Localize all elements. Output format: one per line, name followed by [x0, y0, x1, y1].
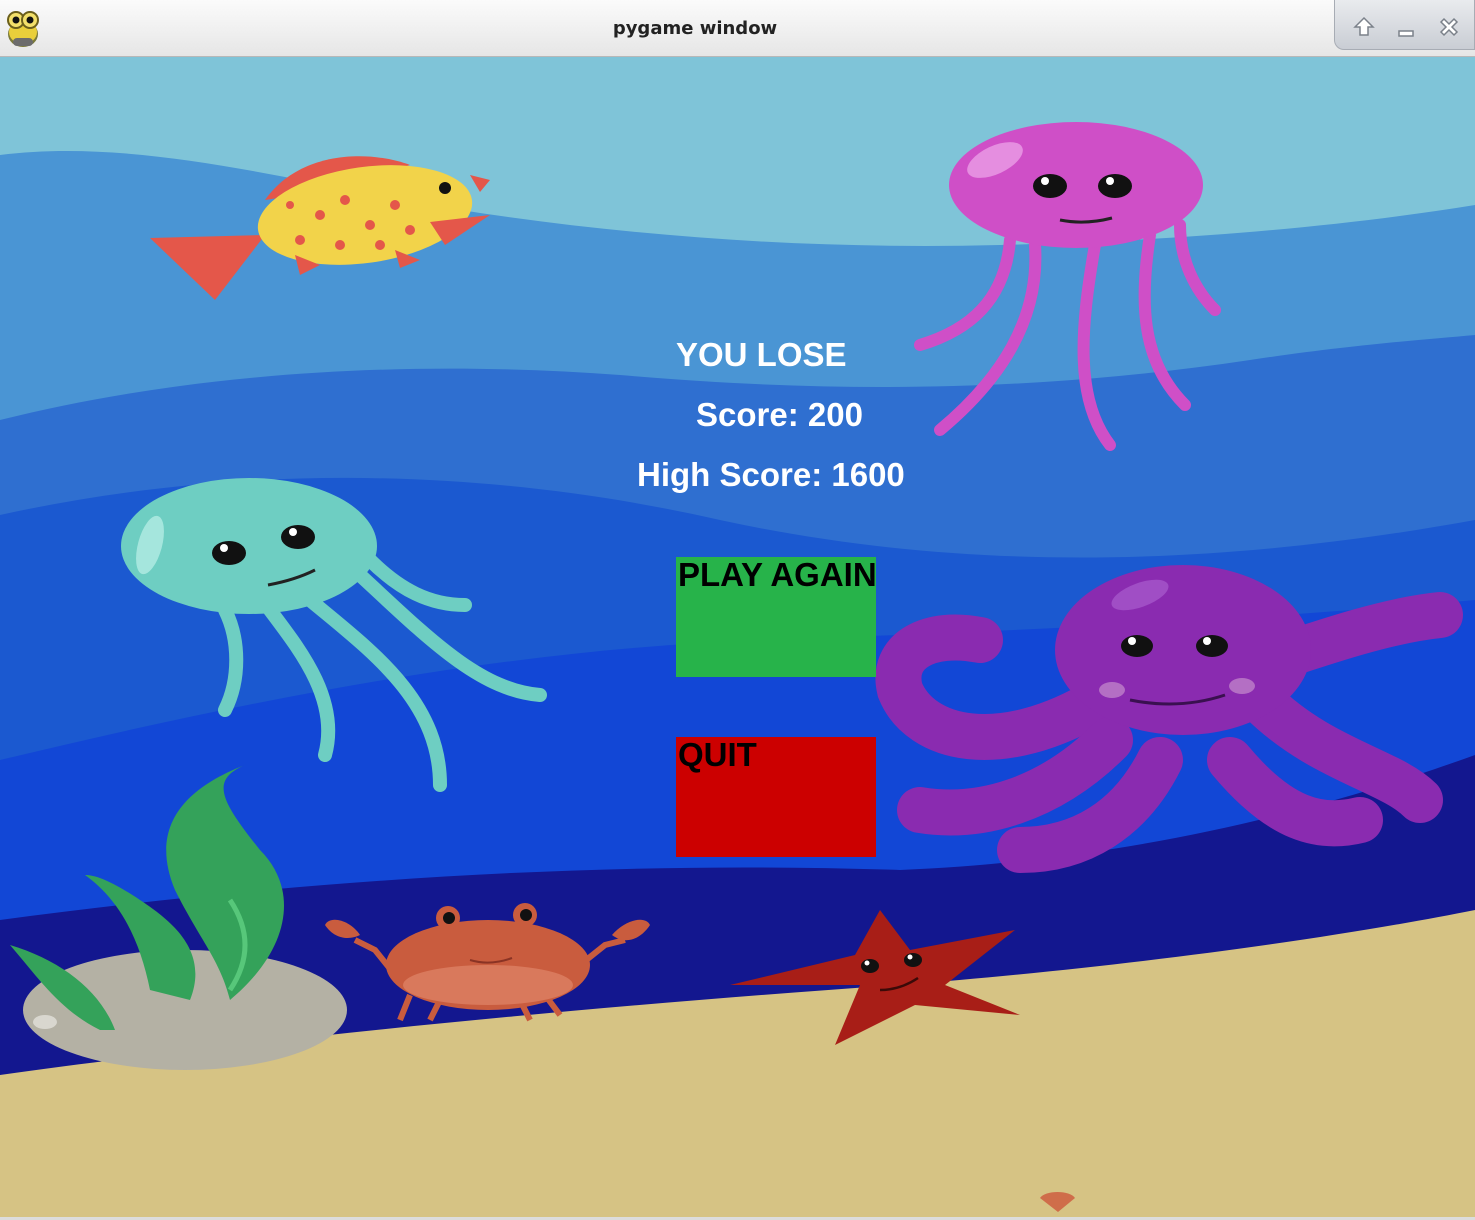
window-title: pygame window: [612, 18, 778, 39]
title-bar[interactable]: pygame window: [0, 0, 1475, 57]
game-window: pygame window YOU LOSE Score: 200 High S…: [0, 0, 1475, 1220]
play-again-button[interactable]: PLAY AGAIN: [676, 556, 877, 677]
play-again-label: PLAY AGAIN: [678, 556, 877, 593]
quit-button[interactable]: QUIT: [676, 737, 876, 857]
window-controls: [1334, 0, 1475, 50]
close-icon[interactable]: [1436, 14, 1462, 40]
result-text: YOU LOSE: [676, 336, 847, 373]
maximize-icon[interactable]: [1351, 14, 1377, 40]
quit-label: QUIT: [678, 736, 757, 773]
minimize-icon[interactable]: [1393, 14, 1419, 40]
score-text: Score: 200: [696, 396, 863, 433]
high-score-text: High Score: 1600: [637, 456, 905, 493]
